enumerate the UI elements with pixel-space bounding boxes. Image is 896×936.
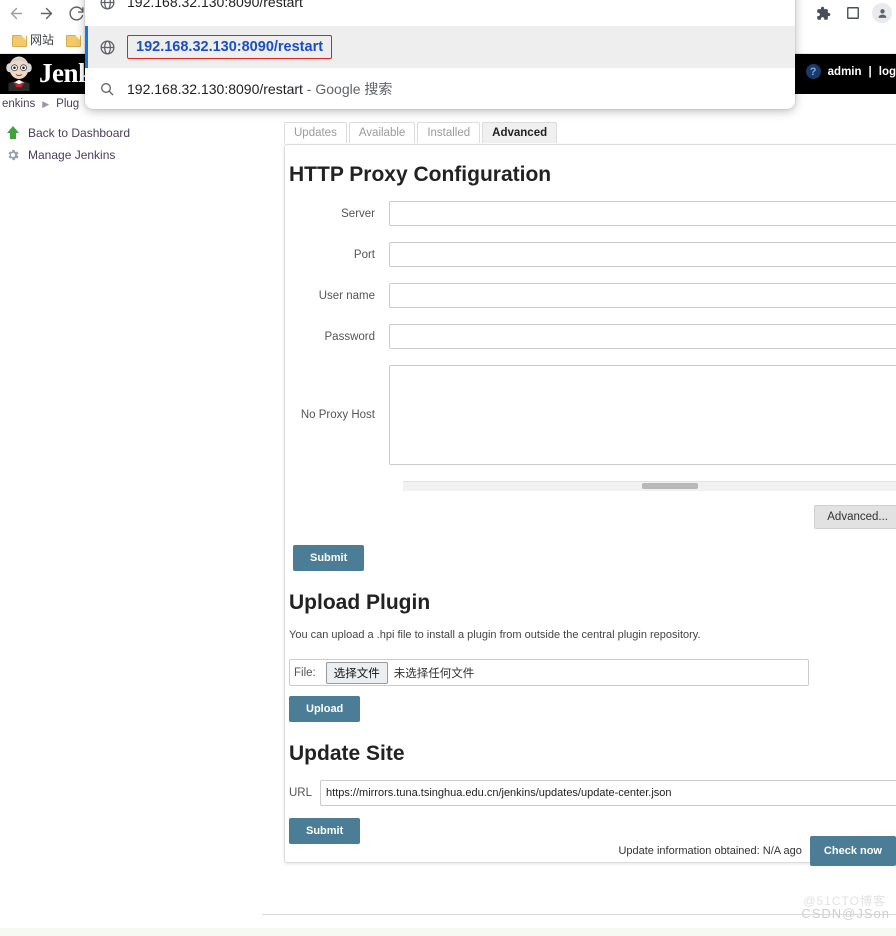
omnibox-suggestion-search[interactable]: 192.168.32.130:8090/restart - Google 搜索 bbox=[85, 68, 795, 109]
no-proxy-host-textarea[interactable] bbox=[389, 365, 896, 465]
plugin-manager-tabs: Updates Available Installed Advanced bbox=[262, 122, 896, 144]
proxy-submit-row: Submit bbox=[285, 545, 896, 571]
jenkins-header-right: ? admin | log bbox=[805, 64, 896, 79]
logout-link[interactable]: log bbox=[879, 66, 896, 78]
horizontal-scrollbar[interactable] bbox=[403, 481, 896, 491]
jenkins-butler-icon bbox=[6, 56, 32, 91]
proxy-submit-button[interactable]: Submit bbox=[293, 545, 365, 571]
bookmark-folder-websites[interactable]: 网站 bbox=[6, 29, 60, 50]
username-label: User name bbox=[318, 289, 375, 302]
current-user-link[interactable]: admin bbox=[828, 66, 862, 78]
omnibox-suggestion-url-highlighted: 192.168.32.130:8090/restart bbox=[127, 35, 333, 59]
sidebar-item-label: Back to Dashboard bbox=[28, 126, 131, 140]
footer-strip bbox=[0, 928, 896, 936]
browser-window-icon[interactable] bbox=[842, 2, 864, 24]
upload-plugin-heading: Upload Plugin bbox=[289, 591, 431, 614]
globe-icon bbox=[99, 39, 127, 56]
folder-icon bbox=[12, 34, 27, 47]
file-upload-row: File: 选择文件 未选择任何文件 bbox=[289, 659, 809, 686]
tab-advanced[interactable]: Advanced bbox=[482, 122, 558, 143]
password-input[interactable] bbox=[389, 324, 896, 349]
advanced-button[interactable]: Advanced... bbox=[814, 505, 896, 529]
gear-icon bbox=[6, 148, 20, 162]
username-input[interactable] bbox=[389, 283, 896, 308]
update-site-url-input[interactable] bbox=[320, 780, 896, 806]
navigation-buttons bbox=[2, 0, 90, 26]
no-proxy-host-label: No Proxy Host bbox=[300, 409, 375, 421]
form-row-port: Port bbox=[285, 242, 896, 267]
globe-icon bbox=[99, 0, 127, 11]
update-site-url-row: URL bbox=[289, 780, 896, 806]
omnibox-input-row[interactable]: 192.168.32.130:8090/restart bbox=[85, 0, 795, 26]
http-proxy-heading: HTTP Proxy Configuration bbox=[289, 163, 552, 186]
screenshot-root: 网站 Jenkins ? admin | log enkins ▶ Plug B… bbox=[0, 0, 896, 936]
form-row-password: Password bbox=[285, 324, 896, 349]
scrollbar-thumb[interactable] bbox=[642, 483, 699, 489]
upload-button-row: Upload bbox=[289, 696, 896, 722]
tab-installed[interactable]: Installed bbox=[417, 122, 481, 143]
breadcrumb-chevron-icon: ▶ bbox=[42, 98, 50, 109]
update-info-text: Update information obtained: N/A ago bbox=[618, 845, 802, 857]
profile-avatar[interactable] bbox=[872, 3, 892, 23]
breadcrumb-item-plugins[interactable]: Plug bbox=[56, 98, 79, 110]
update-info-row: Update information obtained: N/A ago Che… bbox=[262, 836, 896, 866]
watermark-line2: CSDN@JSon bbox=[801, 906, 890, 921]
forward-icon[interactable] bbox=[32, 0, 60, 26]
sidebar: Back to Dashboard Manage Jenkins bbox=[0, 122, 262, 166]
extensions-puzzle-icon[interactable] bbox=[812, 2, 834, 24]
omnibox-search-text: 192.168.32.130:8090/restart - Google 搜索 bbox=[127, 80, 393, 97]
browser-action-icons bbox=[812, 0, 892, 26]
file-label: File: bbox=[294, 666, 316, 679]
port-label: Port bbox=[353, 248, 375, 261]
form-row-server: Server bbox=[285, 201, 896, 226]
omnibox-suggestion-selected[interactable]: 192.168.32.130:8090/restart bbox=[85, 26, 795, 68]
breadcrumb-item-jenkins[interactable]: enkins bbox=[2, 98, 35, 110]
url-label: URL bbox=[289, 787, 313, 799]
up-arrow-icon bbox=[6, 126, 20, 140]
sidebar-item-manage-jenkins[interactable]: Manage Jenkins bbox=[0, 144, 262, 166]
form-row-username: User name bbox=[285, 283, 896, 308]
header-separator: | bbox=[868, 65, 872, 78]
form-row-no-proxy-host: No Proxy Host bbox=[285, 365, 896, 465]
advanced-button-row: Advanced... bbox=[285, 505, 896, 529]
port-input[interactable] bbox=[389, 242, 896, 267]
sidebar-item-back-to-dashboard[interactable]: Back to Dashboard bbox=[0, 122, 262, 144]
omnibox-typed-url: 192.168.32.130:8090/restart bbox=[127, 0, 303, 10]
server-label: Server bbox=[341, 207, 375, 220]
sidebar-item-label: Manage Jenkins bbox=[28, 148, 116, 162]
folder-icon bbox=[66, 34, 82, 47]
update-site-heading: Update Site bbox=[289, 742, 405, 765]
bookmark-label: 网站 bbox=[30, 33, 55, 47]
back-icon[interactable] bbox=[2, 0, 30, 26]
check-now-button[interactable]: Check now bbox=[809, 836, 896, 866]
tab-updates[interactable]: Updates bbox=[284, 122, 347, 143]
upload-button[interactable]: Upload bbox=[289, 696, 361, 722]
advanced-panel-card: HTTP Proxy Configuration Server Port Use… bbox=[284, 144, 896, 863]
server-input[interactable] bbox=[389, 201, 896, 226]
upload-plugin-help: You can upload a .hpi file to install a … bbox=[289, 629, 701, 641]
choose-file-button[interactable]: 选择文件 bbox=[325, 661, 388, 684]
search-icon bbox=[99, 81, 127, 97]
password-label: Password bbox=[324, 330, 376, 343]
tab-available[interactable]: Available bbox=[348, 122, 416, 143]
omnibox-suggestions-dropdown: 192.168.32.130:8090/restart 192.168.32.1… bbox=[85, 0, 795, 109]
help-icon[interactable]: ? bbox=[805, 64, 821, 79]
no-file-chosen-text: 未选择任何文件 bbox=[393, 667, 475, 680]
main-content: Updates Available Installed Advanced HTTP P… bbox=[262, 122, 896, 863]
